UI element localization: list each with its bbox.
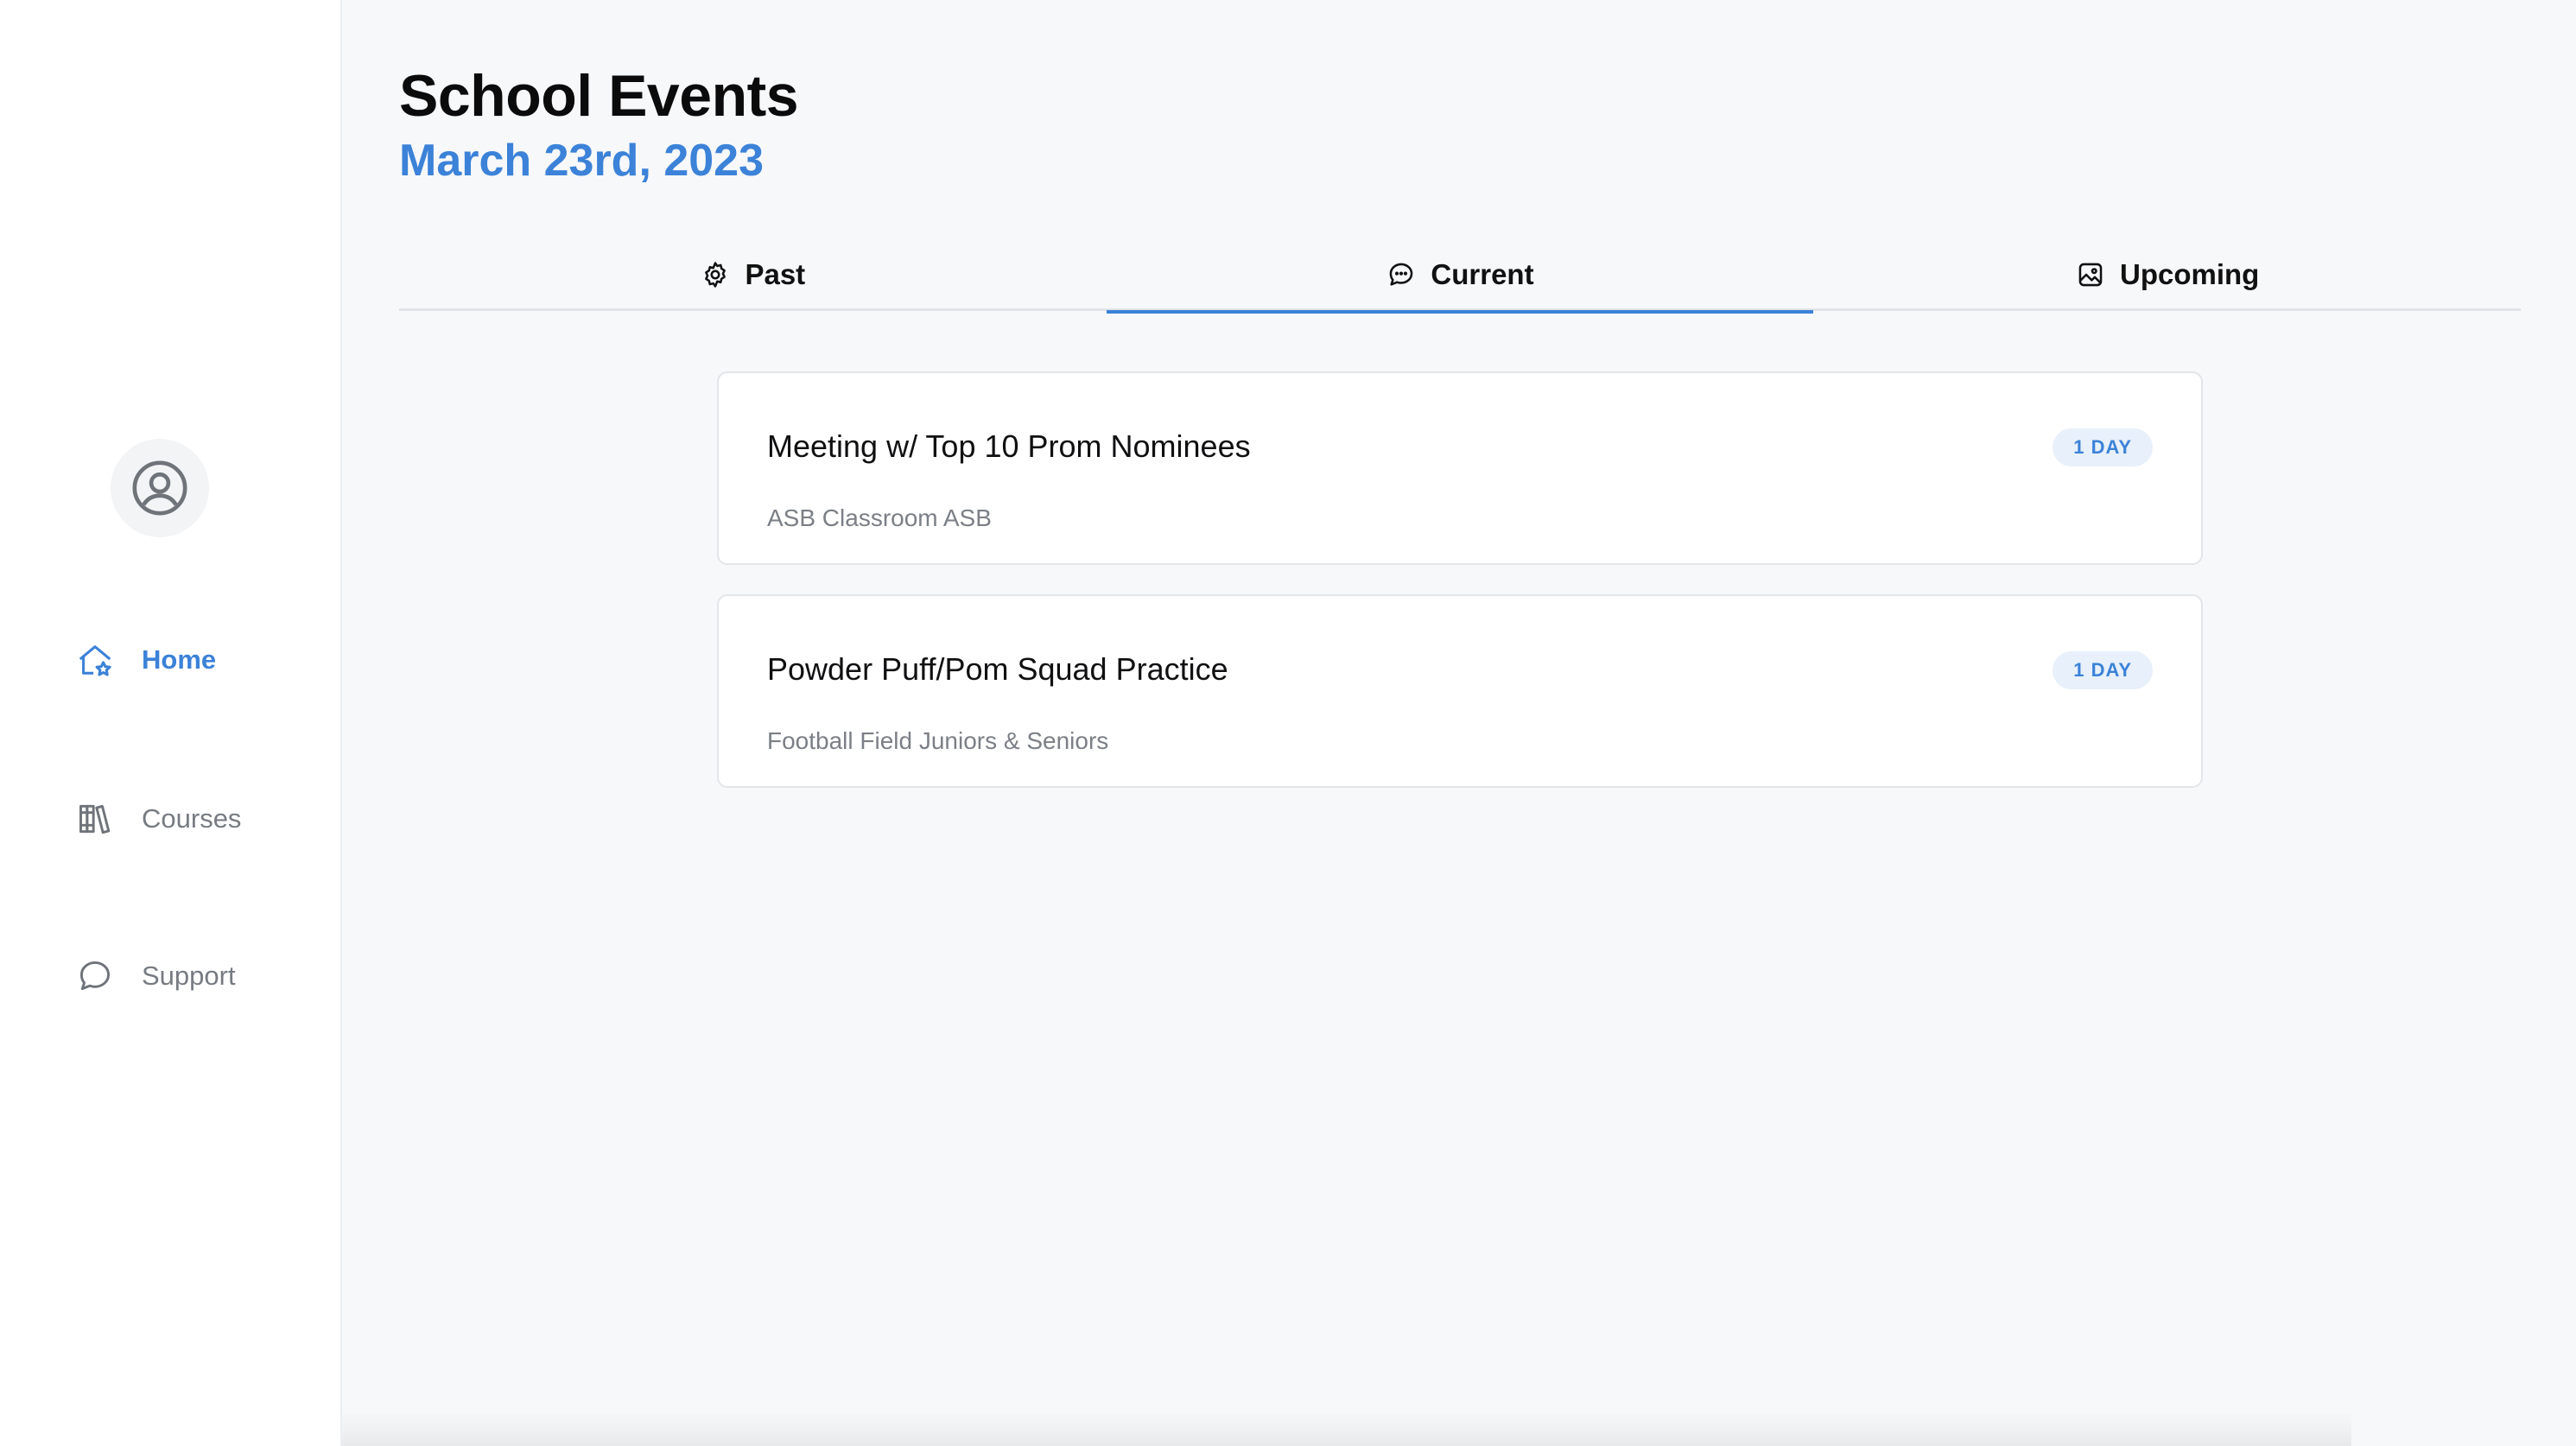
- page-title: School Events: [399, 63, 799, 129]
- avatar[interactable]: [111, 439, 209, 537]
- event-title: Powder Puff/Pom Squad Practice: [767, 651, 1228, 687]
- sidebar-item-courses[interactable]: Courses: [74, 793, 241, 845]
- event-title: Meeting w/ Top 10 Prom Nominees: [767, 428, 1251, 464]
- tab-past[interactable]: Past: [399, 238, 1107, 311]
- tab-label: Current: [1431, 258, 1534, 290]
- sidebar-item-home[interactable]: Home: [74, 634, 216, 686]
- sidebar-item-label: Home: [142, 644, 217, 675]
- home-star-icon: [74, 639, 116, 681]
- image-icon: [2075, 259, 2106, 290]
- event-card[interactable]: Meeting w/ Top 10 Prom Nominees ASB Clas…: [717, 371, 2203, 565]
- user-circle-icon: [132, 460, 187, 516]
- main-content: School Events March 23rd, 2023 Past Curr…: [342, 0, 2576, 1446]
- event-location: Football Field Juniors & Seniors: [767, 727, 1109, 754]
- chat-bubble-icon: [74, 955, 116, 997]
- bottom-shadow: [342, 1411, 2351, 1446]
- books-icon: [74, 798, 116, 840]
- event-card[interactable]: Powder Puff/Pom Squad Practice Football …: [717, 594, 2203, 788]
- event-location: ASB Classroom ASB: [767, 504, 992, 531]
- sidebar-item-support[interactable]: Support: [74, 950, 236, 1002]
- app: Home Courses Support School Events March…: [0, 0, 2576, 1446]
- gear-icon: [700, 259, 731, 290]
- tab-label: Past: [745, 258, 806, 290]
- event-tabs: Past Current Upcoming: [399, 238, 2521, 314]
- sidebar-item-label: Support: [142, 961, 236, 991]
- sidebar: Home Courses Support: [0, 0, 342, 1446]
- tab-current[interactable]: Current: [1106, 238, 1814, 314]
- tab-label: Upcoming: [2120, 258, 2260, 290]
- tab-upcoming[interactable]: Upcoming: [1813, 238, 2521, 311]
- duration-badge: 1 DAY: [2053, 428, 2153, 466]
- page-date: March 23rd, 2023: [399, 136, 765, 186]
- sidebar-item-label: Courses: [142, 803, 242, 834]
- duration-badge: 1 DAY: [2053, 651, 2153, 689]
- event-list: Meeting w/ Top 10 Prom Nominees ASB Clas…: [717, 371, 2203, 817]
- chat-dots-icon: [1386, 259, 1417, 290]
